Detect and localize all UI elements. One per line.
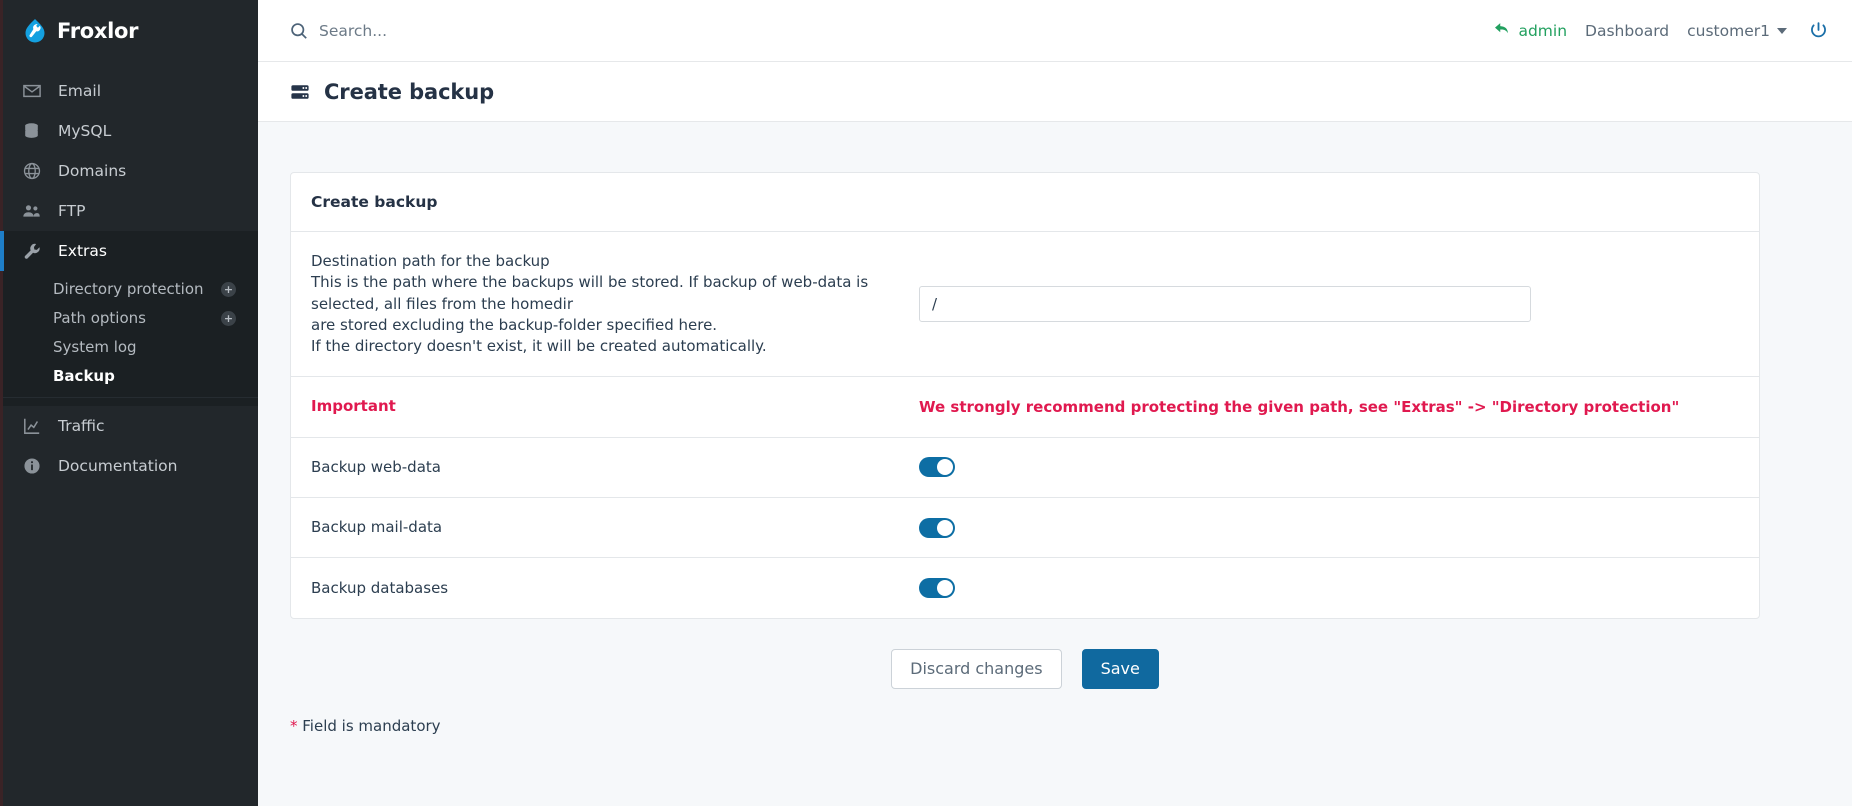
sidebar-subitem-label: Directory protection	[53, 280, 204, 299]
subnav-divider	[0, 397, 258, 398]
toggle-knob	[937, 580, 953, 596]
sidebar-nav: Email MySQL Domains FTP Extras	[0, 62, 258, 486]
destination-path-desc-line1: This is the path where the backups will …	[311, 272, 901, 315]
mandatory-footnote: * Field is mandatory	[290, 717, 1760, 735]
sidebar-subitem-directory-protection[interactable]: Directory protection +	[0, 275, 258, 304]
brand-logo-area[interactable]: Froxlor	[0, 0, 258, 62]
backup-databases-toggle[interactable]	[919, 578, 955, 598]
backup-mail-data-label: Backup mail-data	[311, 518, 442, 536]
toggle-knob	[937, 459, 953, 475]
backup-mail-data-label-block: Backup mail-data	[311, 517, 919, 538]
server-rack-icon	[290, 82, 310, 102]
destination-path-label-block: Destination path for the backup This is …	[311, 251, 919, 357]
sidebar-item-mysql[interactable]: MySQL	[0, 111, 258, 151]
row-backup-databases: Backup databases	[291, 558, 1759, 618]
plus-circle-icon[interactable]: +	[221, 282, 236, 297]
admin-switch-back-link[interactable]: admin	[1494, 21, 1567, 40]
back-arrow-icon	[1494, 21, 1511, 40]
globe-icon	[22, 162, 41, 181]
froxlor-droplet-wrench-logo	[22, 18, 48, 44]
form-actions: Discard changes Save	[290, 649, 1760, 689]
mandatory-text: Field is mandatory	[298, 717, 441, 735]
sidebar-item-label: Email	[58, 82, 101, 100]
admin-label: admin	[1518, 22, 1567, 40]
users-icon	[22, 202, 41, 221]
toggle-knob	[937, 520, 953, 536]
important-text: We strongly recommend protecting the giv…	[919, 397, 1679, 418]
sidebar: Froxlor Email MySQL Domains FTP	[0, 0, 258, 806]
sidebar-item-label: Domains	[58, 162, 126, 180]
backup-databases-field	[919, 578, 1739, 598]
database-icon	[22, 122, 41, 141]
destination-path-input[interactable]	[919, 286, 1531, 322]
sidebar-subitem-label: Path options	[53, 309, 146, 328]
wrench-icon	[22, 242, 41, 261]
sidebar-item-label: MySQL	[58, 122, 111, 140]
chart-icon	[22, 417, 41, 436]
content-area: Create backup Destination path for the b…	[258, 122, 1852, 806]
customer-label: customer1	[1687, 22, 1770, 40]
topbar: admin Dashboard customer1	[258, 0, 1852, 62]
backup-databases-label-block: Backup databases	[311, 578, 919, 599]
sidebar-item-traffic[interactable]: Traffic	[0, 406, 258, 446]
important-text-wrap: We strongly recommend protecting the giv…	[919, 397, 1739, 418]
backup-mail-data-toggle[interactable]	[919, 518, 955, 538]
sidebar-subitem-path-options[interactable]: Path options +	[0, 304, 258, 333]
page-title: Create backup	[324, 80, 494, 104]
sidebar-subitem-label: Backup	[53, 367, 115, 386]
dashboard-link[interactable]: Dashboard	[1585, 22, 1669, 40]
search-input[interactable]	[319, 22, 759, 40]
sidebar-subnav-extras: Directory protection + Path options + Sy…	[0, 271, 258, 406]
sidebar-item-email[interactable]: Email	[0, 71, 258, 111]
plus-circle-icon[interactable]: +	[221, 311, 236, 326]
sidebar-item-domains[interactable]: Domains	[0, 151, 258, 191]
sidebar-item-ftp[interactable]: FTP	[0, 191, 258, 231]
sidebar-item-label: Documentation	[58, 457, 178, 475]
envelope-icon	[22, 82, 41, 101]
row-backup-mail-data: Backup mail-data	[291, 498, 1759, 558]
destination-path-desc-line3: If the directory doesn't exist, it will …	[311, 336, 901, 357]
backup-mail-data-field	[919, 518, 1739, 538]
important-label: Important	[311, 397, 396, 415]
page-header: Create backup	[258, 62, 1852, 122]
backup-web-data-toggle[interactable]	[919, 457, 955, 477]
create-backup-card: Create backup Destination path for the b…	[290, 172, 1760, 619]
content-inner: Create backup Destination path for the b…	[258, 172, 1852, 735]
mandatory-star: *	[290, 717, 298, 735]
sidebar-subitem-backup[interactable]: Backup	[0, 362, 258, 391]
sidebar-item-label: Traffic	[58, 417, 105, 435]
backup-web-data-label: Backup web-data	[311, 458, 441, 476]
sidebar-subitem-label: System log	[53, 338, 137, 357]
important-label-block: Important	[311, 396, 919, 417]
sidebar-item-label: FTP	[58, 202, 85, 220]
row-backup-web-data: Backup web-data	[291, 438, 1759, 498]
backup-databases-label: Backup databases	[311, 579, 448, 597]
chevron-down-icon	[1777, 28, 1787, 34]
main-area: admin Dashboard customer1 Create backup	[258, 0, 1852, 806]
search-box[interactable]	[290, 22, 1494, 40]
destination-path-label: Destination path for the backup	[311, 251, 901, 272]
destination-path-desc-line2: are stored excluding the backup-folder s…	[311, 315, 901, 336]
sidebar-item-documentation[interactable]: Documentation	[0, 446, 258, 486]
sidebar-item-extras[interactable]: Extras	[0, 231, 258, 271]
info-circle-icon	[22, 457, 41, 476]
topbar-right: admin Dashboard customer1	[1494, 21, 1828, 40]
customer-dropdown[interactable]: customer1	[1687, 22, 1787, 40]
card-title: Create backup	[291, 173, 1759, 232]
row-important-notice: Important We strongly recommend protecti…	[291, 377, 1759, 437]
sidebar-item-label: Extras	[58, 242, 107, 260]
search-icon	[290, 22, 308, 40]
discard-changes-button[interactable]: Discard changes	[891, 649, 1061, 689]
brand-name: Froxlor	[57, 19, 138, 43]
backup-web-data-label-block: Backup web-data	[311, 457, 919, 478]
power-icon[interactable]	[1809, 21, 1828, 40]
destination-path-field-wrap	[919, 286, 1739, 322]
row-destination-path: Destination path for the backup This is …	[291, 232, 1759, 377]
backup-web-data-field	[919, 457, 1739, 477]
save-button[interactable]: Save	[1082, 649, 1159, 689]
sidebar-subitem-system-log[interactable]: System log	[0, 333, 258, 362]
